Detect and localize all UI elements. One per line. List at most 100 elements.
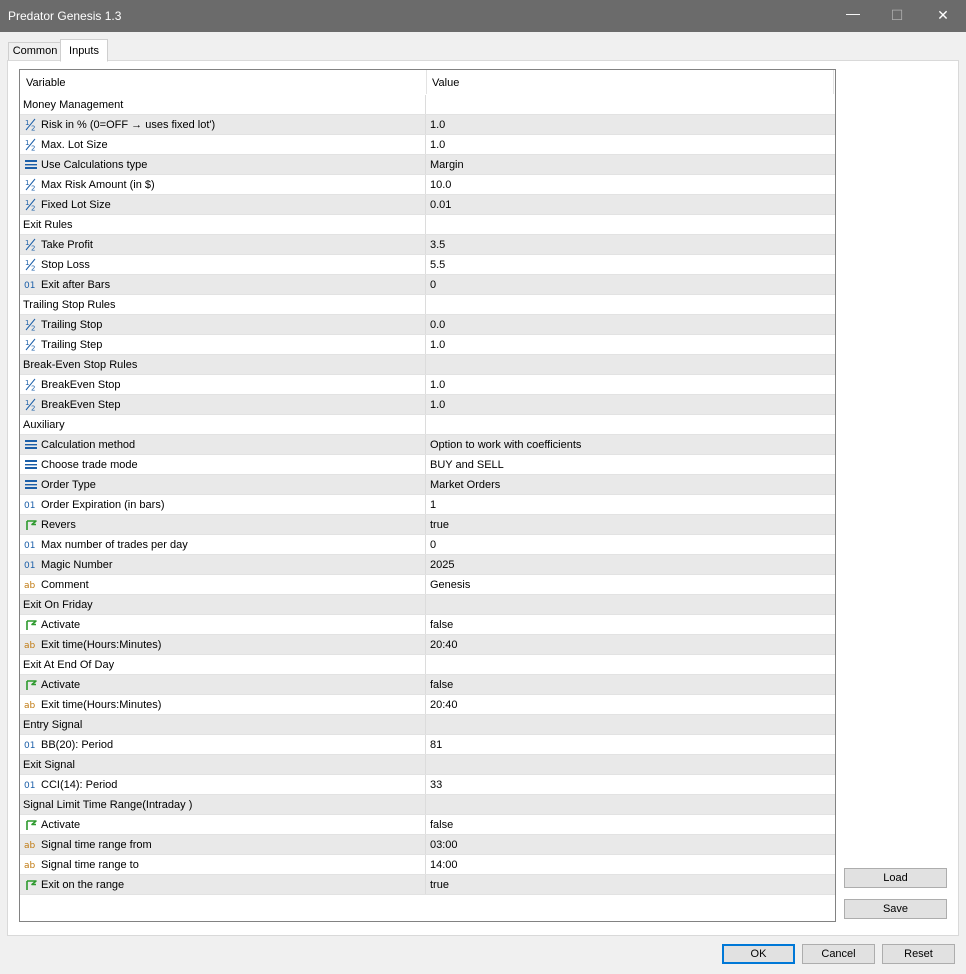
- value-cell[interactable]: 20:40: [430, 699, 458, 711]
- maximize-button[interactable]: ☐: [874, 0, 920, 32]
- svg-text:01: 01: [24, 501, 35, 511]
- enum-icon: [24, 458, 38, 471]
- load-button[interactable]: Load: [844, 868, 947, 888]
- value-cell[interactable]: 14:00: [430, 859, 458, 871]
- minimize-button[interactable]: —: [830, 0, 876, 32]
- parameter-row[interactable]: ab Signal time range from 03:00: [20, 835, 835, 855]
- value-cell[interactable]: 5.5: [430, 259, 445, 271]
- value-cell[interactable]: 03:00: [430, 839, 458, 851]
- svg-text:2: 2: [31, 265, 35, 272]
- reset-button[interactable]: Reset: [882, 944, 955, 964]
- value-cell[interactable]: 0: [430, 279, 436, 291]
- column-header-variable[interactable]: Variable: [26, 77, 66, 89]
- value-cell[interactable]: 1.0: [430, 399, 445, 411]
- save-button[interactable]: Save: [844, 899, 947, 919]
- parameter-row[interactable]: 01 Magic Number 2025: [20, 555, 835, 575]
- value-cell[interactable]: 1.0: [430, 139, 445, 151]
- column-divider[interactable]: [833, 70, 834, 94]
- ok-button[interactable]: OK: [722, 944, 795, 964]
- value-cell[interactable]: true: [430, 879, 449, 891]
- value-cell[interactable]: 1.0: [430, 379, 445, 391]
- variable-cell: 01 CCI(14): Period: [20, 775, 426, 794]
- group-row: Exit Signal: [20, 755, 835, 775]
- double-icon: 12: [24, 318, 38, 331]
- parameter-row[interactable]: 1 2 Trailing Stop 0.0: [20, 315, 835, 335]
- variable-cell: Exit Signal: [20, 755, 426, 774]
- value-cell[interactable]: false: [430, 679, 453, 691]
- enum-icon: [24, 478, 38, 491]
- parameter-row[interactable]: 1 2 Trailing Step 1.0: [20, 335, 835, 355]
- parameter-row[interactable]: Activate false: [20, 815, 835, 835]
- double-icon: 12: [24, 338, 38, 351]
- variable-label: BreakEven Step: [41, 399, 121, 411]
- parameter-row[interactable]: 01 Order Expiration (in bars) 1: [20, 495, 835, 515]
- double-icon: 12: [24, 258, 38, 271]
- value-cell[interactable]: 1.0: [430, 339, 445, 351]
- variable-cell: Use Calculations type: [20, 155, 426, 174]
- variable-cell: 01 BB(20): Period: [20, 735, 426, 754]
- parameter-row[interactable]: Activate false: [20, 675, 835, 695]
- bool-icon: [24, 678, 38, 691]
- value-cell[interactable]: 1.0: [430, 119, 445, 131]
- variable-cell: Choose trade mode: [20, 455, 426, 474]
- value-cell[interactable]: false: [430, 819, 453, 831]
- parameter-row[interactable]: 1 2 BreakEven Stop 1.0: [20, 375, 835, 395]
- parameter-row[interactable]: Revers true: [20, 515, 835, 535]
- parameter-row[interactable]: 1 2 Max Risk Amount (in $) 10.0: [20, 175, 835, 195]
- variable-label: Calculation method: [41, 439, 136, 451]
- value-cell[interactable]: 81: [430, 739, 442, 751]
- value-cell[interactable]: 0.0: [430, 319, 445, 331]
- value-cell[interactable]: Genesis: [430, 579, 470, 591]
- close-button[interactable]: ✕: [920, 0, 966, 32]
- tab-inputs[interactable]: Inputs: [60, 39, 108, 62]
- parameter-row[interactable]: ab Exit time(Hours:Minutes) 20:40: [20, 635, 835, 655]
- value-cell[interactable]: Market Orders: [430, 479, 500, 491]
- svg-text:ab: ab: [24, 861, 36, 871]
- column-header-value[interactable]: Value: [432, 77, 459, 89]
- parameter-row[interactable]: ab Signal time range to 14:00: [20, 855, 835, 875]
- value-cell[interactable]: 0: [430, 539, 436, 551]
- parameter-row[interactable]: 01 Max number of trades per day 0: [20, 535, 835, 555]
- parameter-row[interactable]: 1 2 Fixed Lot Size 0.01: [20, 195, 835, 215]
- tab-common[interactable]: Common: [8, 42, 62, 62]
- parameter-row[interactable]: 1 2 Max. Lot Size 1.0: [20, 135, 835, 155]
- parameter-row[interactable]: Activate false: [20, 615, 835, 635]
- value-cell[interactable]: false: [430, 619, 453, 631]
- svg-text:01: 01: [24, 561, 35, 571]
- variable-cell: 1 2 BreakEven Stop: [20, 375, 426, 394]
- value-cell[interactable]: Margin: [430, 159, 464, 171]
- parameter-row[interactable]: 01 Exit after Bars 0: [20, 275, 835, 295]
- value-cell[interactable]: 20:40: [430, 639, 458, 651]
- value-cell[interactable]: 3.5: [430, 239, 445, 251]
- variable-cell: Entry Signal: [20, 715, 426, 734]
- cancel-button[interactable]: Cancel: [802, 944, 875, 964]
- variable-label: Order Type: [41, 479, 96, 491]
- variable-cell: Signal Limit Time Range(Intraday ): [20, 795, 426, 814]
- svg-text:2: 2: [31, 385, 35, 392]
- parameter-row[interactable]: Order Type Market Orders: [20, 475, 835, 495]
- group-label: Trailing Stop Rules: [23, 299, 116, 311]
- window-title: Predator Genesis 1.3: [8, 9, 122, 23]
- column-divider[interactable]: [426, 70, 427, 94]
- value-cell[interactable]: 2025: [430, 559, 454, 571]
- value-cell[interactable]: 10.0: [430, 179, 451, 191]
- value-cell[interactable]: 1: [430, 499, 436, 511]
- parameter-row[interactable]: ab Comment Genesis: [20, 575, 835, 595]
- value-cell[interactable]: BUY and SELL: [430, 459, 504, 471]
- parameter-row[interactable]: 1 2 BreakEven Step 1.0: [20, 395, 835, 415]
- value-cell[interactable]: true: [430, 519, 449, 531]
- value-cell[interactable]: 0.01: [430, 199, 451, 211]
- parameter-row[interactable]: Exit on the range true: [20, 875, 835, 895]
- parameter-row[interactable]: Choose trade mode BUY and SELL: [20, 455, 835, 475]
- parameter-row[interactable]: ab Exit time(Hours:Minutes) 20:40: [20, 695, 835, 715]
- parameter-row[interactable]: 1 2 Take Profit 3.5: [20, 235, 835, 255]
- svg-text:2: 2: [31, 245, 35, 252]
- parameter-row[interactable]: 01 CCI(14): Period 33: [20, 775, 835, 795]
- parameter-row[interactable]: 01 BB(20): Period 81: [20, 735, 835, 755]
- value-cell[interactable]: Option to work with coefficients: [430, 439, 581, 451]
- parameter-row[interactable]: 1 2 Stop Loss 5.5: [20, 255, 835, 275]
- parameter-row[interactable]: 1 2 Risk in % (0=OFF → uses fixed lot') 1.0: [20, 115, 835, 135]
- parameter-row[interactable]: Calculation method Option to work with co…: [20, 435, 835, 455]
- value-cell[interactable]: 33: [430, 779, 442, 791]
- parameter-row[interactable]: Use Calculations type Margin: [20, 155, 835, 175]
